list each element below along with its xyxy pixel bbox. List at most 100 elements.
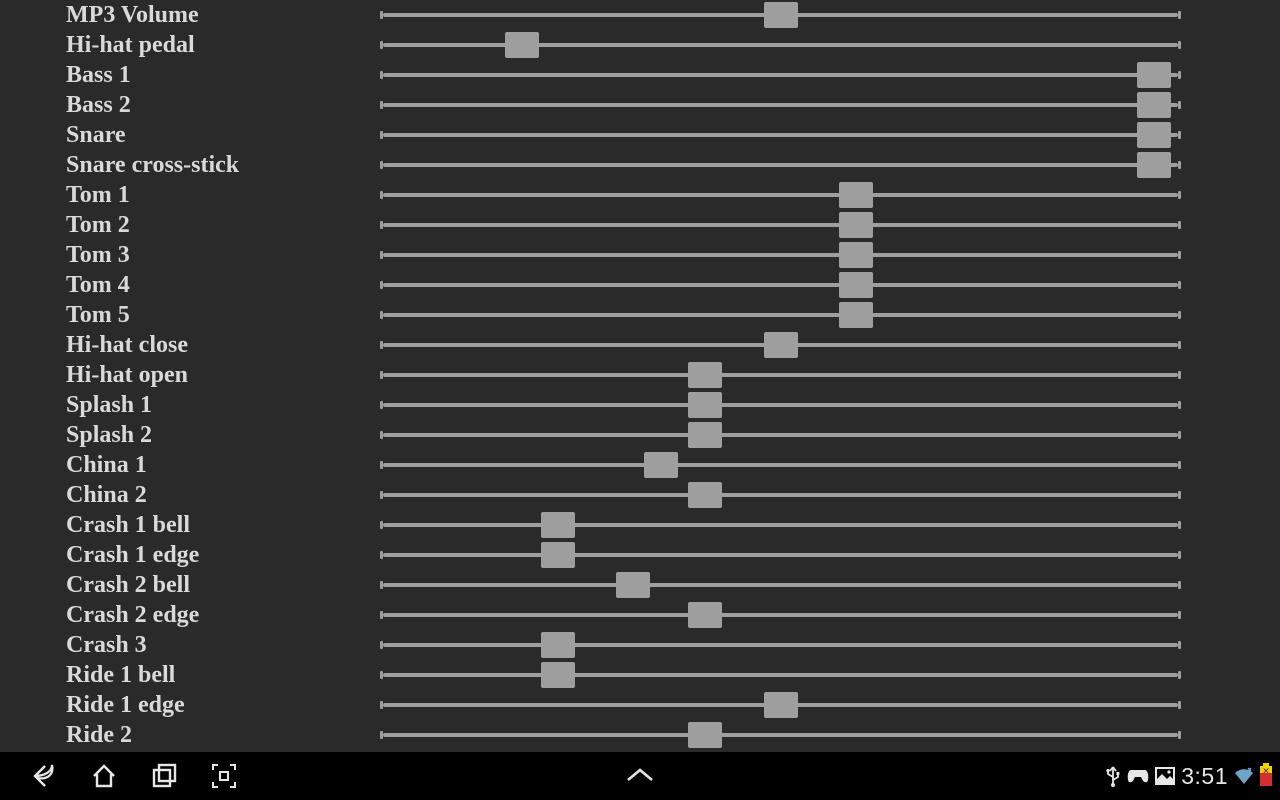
slider-thumb[interactable]: [688, 392, 722, 418]
volume-slider[interactable]: [383, 0, 1178, 30]
slider-label: Crash 2 edge: [0, 602, 383, 629]
volume-slider[interactable]: [383, 600, 1178, 630]
volume-slider[interactable]: [383, 660, 1178, 690]
slider-track: [383, 433, 1178, 437]
slider-row: Ride 2: [0, 720, 1280, 750]
chevron-up-icon: [623, 766, 657, 786]
slider-row: Snare: [0, 120, 1280, 150]
slider-label: Hi-hat pedal: [0, 32, 383, 59]
slider-row: China 2: [0, 480, 1280, 510]
slider-row: China 1: [0, 450, 1280, 480]
home-icon: [90, 762, 118, 790]
volume-slider[interactable]: [383, 540, 1178, 570]
slider-label: Bass 2: [0, 92, 383, 119]
slider-row: Tom 1: [0, 180, 1280, 210]
slider-track: [383, 313, 1178, 317]
slider-thumb[interactable]: [764, 332, 798, 358]
volume-slider[interactable]: [383, 480, 1178, 510]
slider-row: Tom 5: [0, 300, 1280, 330]
volume-slider[interactable]: [383, 90, 1178, 120]
slider-track: [383, 403, 1178, 407]
slider-thumb[interactable]: [1137, 92, 1171, 118]
slider-row: Bass 2: [0, 90, 1280, 120]
slider-track: [383, 253, 1178, 257]
slider-track: [383, 673, 1178, 677]
wifi-icon: [1234, 767, 1254, 785]
slider-label: Crash 2 bell: [0, 572, 383, 599]
nav-expand-button[interactable]: [623, 752, 657, 800]
slider-row: Hi-hat open: [0, 360, 1280, 390]
volume-slider[interactable]: [383, 60, 1178, 90]
volume-slider[interactable]: [383, 270, 1178, 300]
battery-icon: [1260, 766, 1272, 786]
slider-track: [383, 163, 1178, 167]
slider-label: Crash 3: [0, 632, 383, 659]
volume-slider[interactable]: [383, 210, 1178, 240]
slider-thumb[interactable]: [764, 2, 798, 28]
android-navbar: 3:51: [0, 752, 1280, 800]
slider-track: [383, 43, 1178, 47]
volume-slider[interactable]: [383, 180, 1178, 210]
slider-thumb[interactable]: [688, 422, 722, 448]
slider-thumb[interactable]: [688, 482, 722, 508]
slider-label: Snare: [0, 122, 383, 149]
back-button[interactable]: [14, 752, 74, 800]
slider-track: [383, 133, 1178, 137]
volume-slider[interactable]: [383, 150, 1178, 180]
slider-thumb[interactable]: [1137, 152, 1171, 178]
volume-slider[interactable]: [383, 570, 1178, 600]
slider-row: Tom 2: [0, 210, 1280, 240]
slider-thumb[interactable]: [1137, 62, 1171, 88]
volume-slider[interactable]: [383, 450, 1178, 480]
volume-slider[interactable]: [383, 690, 1178, 720]
slider-thumb[interactable]: [541, 632, 575, 658]
volume-slider[interactable]: [383, 330, 1178, 360]
volume-slider[interactable]: [383, 240, 1178, 270]
volume-slider[interactable]: [383, 30, 1178, 60]
status-tray[interactable]: 3:51: [1105, 752, 1272, 800]
volume-slider[interactable]: [383, 510, 1178, 540]
volume-slider[interactable]: [383, 120, 1178, 150]
slider-thumb[interactable]: [688, 602, 722, 628]
slider-track: [383, 493, 1178, 497]
slider-thumb[interactable]: [839, 242, 873, 268]
slider-thumb[interactable]: [1137, 122, 1171, 148]
volume-slider[interactable]: [383, 420, 1178, 450]
slider-thumb[interactable]: [688, 722, 722, 748]
slider-label: Bass 1: [0, 62, 383, 89]
slider-track: [383, 733, 1178, 737]
recent-apps-button[interactable]: [134, 752, 194, 800]
slider-thumb[interactable]: [541, 542, 575, 568]
recent-apps-icon: [150, 762, 178, 790]
slider-thumb[interactable]: [644, 452, 678, 478]
slider-thumb[interactable]: [839, 212, 873, 238]
slider-row: Hi-hat close: [0, 330, 1280, 360]
slider-row: MP3 Volume: [0, 0, 1280, 30]
slider-row: Ride 1 edge: [0, 690, 1280, 720]
slider-label: Tom 2: [0, 212, 383, 239]
slider-thumb[interactable]: [541, 662, 575, 688]
slider-track: [383, 283, 1178, 287]
slider-thumb[interactable]: [541, 512, 575, 538]
volume-slider[interactable]: [383, 360, 1178, 390]
screenshot-icon: [211, 763, 237, 789]
volume-slider[interactable]: [383, 630, 1178, 660]
slider-row: Tom 3: [0, 240, 1280, 270]
volume-slider[interactable]: [383, 390, 1178, 420]
slider-thumb[interactable]: [839, 272, 873, 298]
slider-thumb[interactable]: [839, 302, 873, 328]
slider-track: [383, 553, 1178, 557]
slider-label: Ride 2: [0, 722, 383, 749]
slider-thumb[interactable]: [688, 362, 722, 388]
volume-slider[interactable]: [383, 720, 1178, 750]
slider-label: China 1: [0, 452, 383, 479]
status-clock: 3:51: [1181, 763, 1228, 790]
slider-thumb[interactable]: [616, 572, 650, 598]
home-button[interactable]: [74, 752, 134, 800]
slider-thumb[interactable]: [764, 692, 798, 718]
volume-slider[interactable]: [383, 300, 1178, 330]
screenshot-button[interactable]: [194, 752, 254, 800]
slider-thumb[interactable]: [505, 32, 539, 58]
slider-row: Crash 2 edge: [0, 600, 1280, 630]
slider-thumb[interactable]: [839, 182, 873, 208]
